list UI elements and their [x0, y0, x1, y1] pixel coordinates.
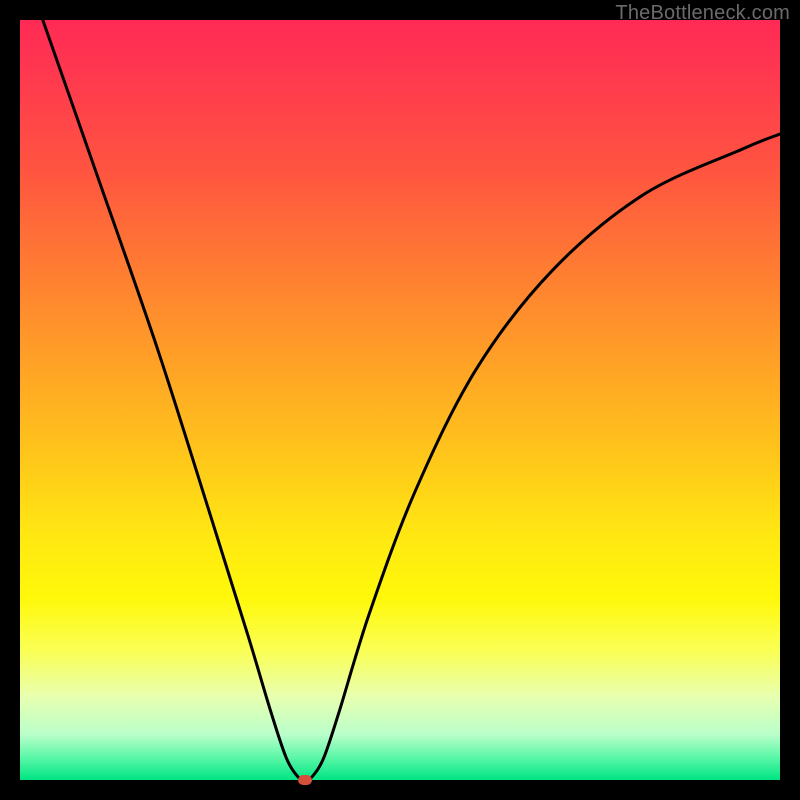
curve-svg	[20, 20, 780, 780]
bottleneck-curve	[43, 20, 780, 780]
minimum-marker	[298, 775, 312, 785]
chart-frame: TheBottleneck.com	[0, 0, 800, 800]
plot-area	[20, 20, 780, 780]
